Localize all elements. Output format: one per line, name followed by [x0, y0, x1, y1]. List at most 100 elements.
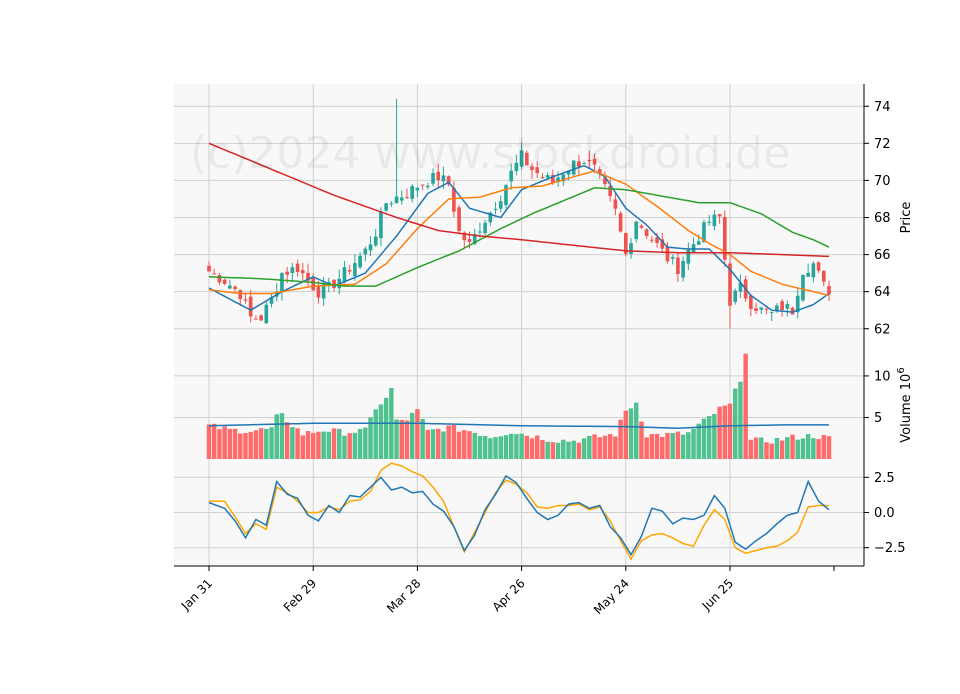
candle	[681, 261, 685, 278]
volume-bar	[613, 436, 618, 459]
volume-bar	[660, 436, 665, 459]
candle	[467, 238, 472, 242]
y-tick-label: 66	[874, 248, 891, 263]
volume-bar	[566, 441, 571, 459]
volume-bar	[451, 424, 457, 459]
volume-bar	[404, 420, 410, 459]
candle	[754, 308, 758, 311]
volume-bar	[326, 431, 332, 459]
candle	[290, 267, 295, 274]
volume-bar	[420, 418, 425, 459]
volume-bar	[498, 436, 503, 459]
candle	[280, 273, 284, 293]
y-tick-label: −2.5	[874, 541, 906, 556]
y-tick-label: 62	[874, 322, 891, 337]
volume-bar	[576, 442, 582, 459]
volume-bar	[581, 438, 587, 459]
volume-bar	[284, 422, 290, 459]
volume-bar	[769, 443, 774, 459]
candle	[811, 263, 816, 278]
volume-bar	[540, 439, 545, 459]
volume-bar	[602, 435, 608, 459]
volume-bar	[738, 381, 743, 459]
volume-bar	[759, 437, 764, 459]
chart-canvas: (c)2024 www.stockdroid.de Jan 31 Feb 29 Ma…	[174, 84, 914, 617]
candle	[634, 221, 639, 240]
volume-bar	[394, 419, 399, 459]
volume-bar	[790, 434, 795, 459]
candle	[707, 221, 711, 223]
x-tick-label: Apr 26	[490, 576, 528, 614]
volume-bar	[462, 430, 467, 459]
candle	[311, 277, 316, 291]
candle	[483, 222, 487, 234]
candle	[342, 267, 347, 282]
candle	[373, 236, 378, 246]
y-tick-label: 64	[874, 285, 891, 300]
volume-bar	[550, 442, 556, 459]
candle	[238, 289, 243, 299]
candle	[363, 248, 368, 255]
candle	[493, 208, 498, 210]
volume-bar	[238, 433, 243, 459]
volume-bar	[795, 439, 800, 459]
volume-bar	[779, 440, 785, 459]
volume-bar	[722, 405, 728, 459]
candle	[644, 229, 649, 237]
volume-bar	[493, 437, 498, 459]
candle	[212, 273, 217, 275]
candle	[316, 285, 321, 298]
candle	[478, 231, 482, 233]
volume-bar	[337, 428, 342, 459]
candle	[670, 257, 675, 259]
volume-bar	[680, 434, 686, 459]
y-tick-label: 5	[874, 411, 882, 426]
volume-bar	[456, 431, 462, 459]
volume-bar	[514, 434, 519, 459]
volume-bar	[363, 427, 368, 459]
candle	[764, 308, 769, 310]
volume-bar	[508, 433, 514, 459]
volume-bar	[342, 435, 347, 459]
volume-bar	[706, 415, 712, 459]
volume-bar	[826, 436, 832, 459]
volume-bar	[316, 431, 321, 459]
volume-bar	[732, 388, 738, 459]
volume-bar	[545, 441, 550, 459]
candle	[389, 203, 394, 205]
volume-bar	[628, 408, 634, 459]
candle	[806, 272, 810, 277]
candle	[368, 244, 373, 251]
volume-bar	[592, 434, 597, 459]
candle	[769, 311, 774, 313]
volume-bar	[503, 435, 509, 459]
volume-bar	[654, 433, 660, 459]
candle	[733, 290, 738, 302]
candle	[426, 185, 430, 188]
candle	[686, 249, 691, 264]
candle	[712, 214, 717, 227]
volume-bar	[425, 429, 431, 459]
volume-bar	[618, 419, 623, 459]
volume-bar	[727, 403, 733, 459]
volume-bar	[227, 428, 233, 459]
volume-bar	[243, 433, 248, 459]
candle	[821, 270, 826, 282]
volume-bar	[785, 437, 790, 459]
volume-bar	[467, 431, 472, 459]
candle	[801, 274, 805, 301]
volume-bar	[279, 413, 285, 459]
volume-bar	[357, 428, 363, 459]
volume-bar	[430, 429, 436, 459]
volume-bar	[800, 438, 806, 459]
volume-bar	[232, 428, 238, 459]
volume-bar	[675, 431, 681, 459]
volume-bar	[748, 439, 754, 459]
y-tick-label: 2.5	[874, 471, 895, 486]
volume-bar	[816, 439, 821, 459]
candle	[629, 243, 633, 254]
volume-bar	[441, 431, 446, 459]
candle	[504, 185, 508, 205]
volume-bar	[774, 437, 780, 459]
candle	[264, 304, 269, 324]
